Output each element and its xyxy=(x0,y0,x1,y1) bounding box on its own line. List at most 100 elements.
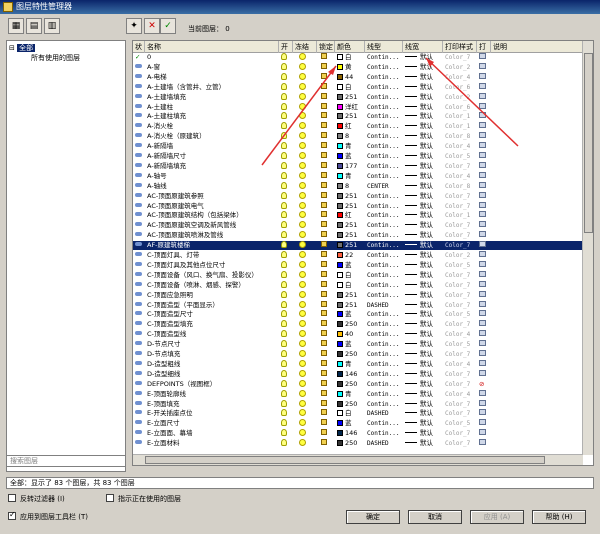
layer-linetype[interactable]: Contin... xyxy=(367,271,403,280)
show-used-checkbox[interactable]: 指示正在使用的图层 xyxy=(106,494,181,504)
unlock-icon[interactable] xyxy=(321,82,333,92)
col-linetype[interactable]: 线型 xyxy=(365,41,403,53)
layer-lineweight[interactable]: 默认 xyxy=(405,103,445,112)
layer-lineweight[interactable]: 默认 xyxy=(405,429,445,438)
printer-icon[interactable] xyxy=(479,409,489,418)
layer-row[interactable]: C-顶面设备（喷淋、烟感、探警） 白 Contin... 默认 Color_7 xyxy=(133,280,583,290)
layer-row[interactable]: C-顶面灯具及其他点位尺寸 蓝 Contin... 默认 Color_5 xyxy=(133,260,583,270)
printer-icon[interactable] xyxy=(479,320,489,329)
layer-name[interactable]: E-立面面、幕墙 xyxy=(147,429,277,438)
layer-name[interactable]: C-顶面灯具、灯带 xyxy=(147,251,277,260)
thaw-sun-icon[interactable] xyxy=(299,330,311,339)
layer-status-icon[interactable] xyxy=(135,330,145,339)
layer-name[interactable]: E-立面材料 xyxy=(147,439,277,448)
layer-color[interactable]: 40 xyxy=(337,330,363,339)
layer-linetype[interactable]: Contin... xyxy=(367,142,403,151)
unlock-icon[interactable] xyxy=(321,181,333,191)
thaw-sun-icon[interactable] xyxy=(299,260,311,270)
layer-status-icon[interactable] xyxy=(135,112,145,121)
layer-color[interactable]: 251 xyxy=(337,202,363,211)
layer-color[interactable]: 黄 xyxy=(337,63,363,72)
printer-icon[interactable] xyxy=(479,300,489,310)
layer-name[interactable]: AC-顶面原建筑电气 xyxy=(147,202,277,211)
printer-icon[interactable] xyxy=(479,102,489,112)
layer-linetype[interactable]: Contin... xyxy=(367,132,403,141)
layer-color[interactable]: 250 xyxy=(337,400,363,409)
printer-icon[interactable] xyxy=(479,82,489,92)
group-filter-button[interactable]: ▤ xyxy=(26,18,42,34)
scroll-thumb[interactable] xyxy=(584,53,593,233)
thaw-sun-icon[interactable] xyxy=(299,419,311,428)
printer-icon[interactable] xyxy=(479,221,489,230)
printer-icon[interactable] xyxy=(479,359,489,369)
layer-linetype[interactable]: DASHED xyxy=(367,439,403,448)
thaw-sun-icon[interactable] xyxy=(299,171,311,181)
layer-status-icon[interactable] xyxy=(135,350,145,359)
layer-name[interactable]: D-造型粗线 xyxy=(147,360,277,369)
layer-status-icon[interactable] xyxy=(135,122,145,131)
thaw-sun-icon[interactable] xyxy=(299,72,311,82)
thaw-sun-icon[interactable] xyxy=(299,92,311,102)
layer-lineweight[interactable]: 默认 xyxy=(405,162,445,171)
layer-lineweight[interactable]: 默认 xyxy=(405,390,445,399)
layer-name[interactable]: E-开关插座点位 xyxy=(147,409,277,418)
thaw-sun-icon[interactable] xyxy=(299,181,311,191)
layer-row[interactable]: AC-顶面原建筑喷淋及管线 251 Contin... 默认 Color_7 xyxy=(133,231,583,240)
layer-row[interactable]: A-轴线 8 CENTER 默认 Color_8 xyxy=(133,181,583,191)
layer-name[interactable]: A-消火栓 xyxy=(147,122,277,131)
layer-status-icon[interactable] xyxy=(135,73,145,82)
tree-node-all[interactable]: ⊟ 全部 xyxy=(9,43,36,53)
layer-name[interactable]: E-顶面填充 xyxy=(147,400,277,409)
unlock-icon[interactable] xyxy=(321,112,333,121)
layer-name[interactable]: C-顶面造型填充 xyxy=(147,320,277,329)
col-on[interactable]: 开 xyxy=(279,41,293,53)
layer-row[interactable]: A-消火栓（原建筑） 8 Contin... 默认 Color_8 xyxy=(133,132,583,141)
on-bulb-icon[interactable] xyxy=(281,161,293,171)
layer-lineweight[interactable]: 默认 xyxy=(405,281,445,290)
unlock-icon[interactable] xyxy=(321,320,333,329)
layer-color[interactable]: 青 xyxy=(337,360,363,369)
thaw-sun-icon[interactable] xyxy=(299,399,311,409)
printer-icon[interactable] xyxy=(479,439,489,448)
printer-icon[interactable] xyxy=(479,161,489,171)
printer-icon[interactable] xyxy=(479,92,489,102)
layer-name[interactable]: D-节点填充 xyxy=(147,350,277,359)
layer-status-icon[interactable] xyxy=(135,400,145,409)
layer-linetype[interactable]: DASHED xyxy=(367,301,403,310)
layer-status-icon[interactable] xyxy=(135,172,145,181)
layer-row[interactable]: C-顶面造型填充 250 Contin... 默认 Color_7 xyxy=(133,320,583,329)
layer-color[interactable]: 蓝 xyxy=(337,261,363,270)
layer-row[interactable]: AC-顶面原建筑空调及新风管线 251 Contin... 默认 Color_7 xyxy=(133,221,583,230)
layer-lineweight[interactable]: 默认 xyxy=(405,370,445,379)
unlock-icon[interactable] xyxy=(321,290,333,300)
thaw-sun-icon[interactable] xyxy=(299,221,311,230)
layer-linetype[interactable]: Contin... xyxy=(367,83,403,92)
unlock-icon[interactable] xyxy=(321,221,333,230)
thaw-sun-icon[interactable] xyxy=(299,161,311,171)
layer-row[interactable]: D-造型粗线 青 Contin... 默认 Color_4 xyxy=(133,359,583,369)
layer-row[interactable]: C-顶面灯具、灯带 22 Contin... 默认 Color_2 xyxy=(133,251,583,260)
layer-row[interactable]: E-顶面轮廓线 青 Contin... 默认 Color_4 xyxy=(133,389,583,399)
layer-status-icon[interactable] xyxy=(135,291,145,300)
printer-icon[interactable] xyxy=(479,310,489,319)
layer-status-icon[interactable] xyxy=(135,419,145,428)
layer-status-icon[interactable] xyxy=(135,271,145,280)
unlock-icon[interactable] xyxy=(321,389,333,399)
printer-icon[interactable] xyxy=(479,122,489,131)
on-bulb-icon[interactable] xyxy=(281,211,293,220)
printer-icon[interactable] xyxy=(479,369,489,379)
layer-name[interactable]: A-轴号 xyxy=(147,172,277,181)
unlock-icon[interactable] xyxy=(321,191,333,201)
unlock-icon[interactable] xyxy=(321,231,333,240)
layer-linetype[interactable]: Contin... xyxy=(367,63,403,72)
on-bulb-icon[interactable] xyxy=(281,310,293,319)
layer-row[interactable]: C-顶面设备（风口、换气扇、投影仪） 白 Contin... 默认 Color_7 xyxy=(133,270,583,280)
layer-linetype[interactable]: Contin... xyxy=(367,390,403,399)
layer-row[interactable]: E-立面材料 250 DASHED 默认 Color_7 xyxy=(133,439,583,448)
layer-linetype[interactable]: Contin... xyxy=(367,211,403,220)
layer-linetype[interactable]: Contin... xyxy=(367,380,403,389)
layer-linetype[interactable]: Contin... xyxy=(367,419,403,428)
layer-lineweight[interactable]: 默认 xyxy=(405,439,445,448)
layer-name[interactable]: AF-原建筑楼梯 xyxy=(147,241,277,250)
layer-row[interactable]: E-顶面填充 250 Contin... 默认 Color_7 xyxy=(133,399,583,409)
